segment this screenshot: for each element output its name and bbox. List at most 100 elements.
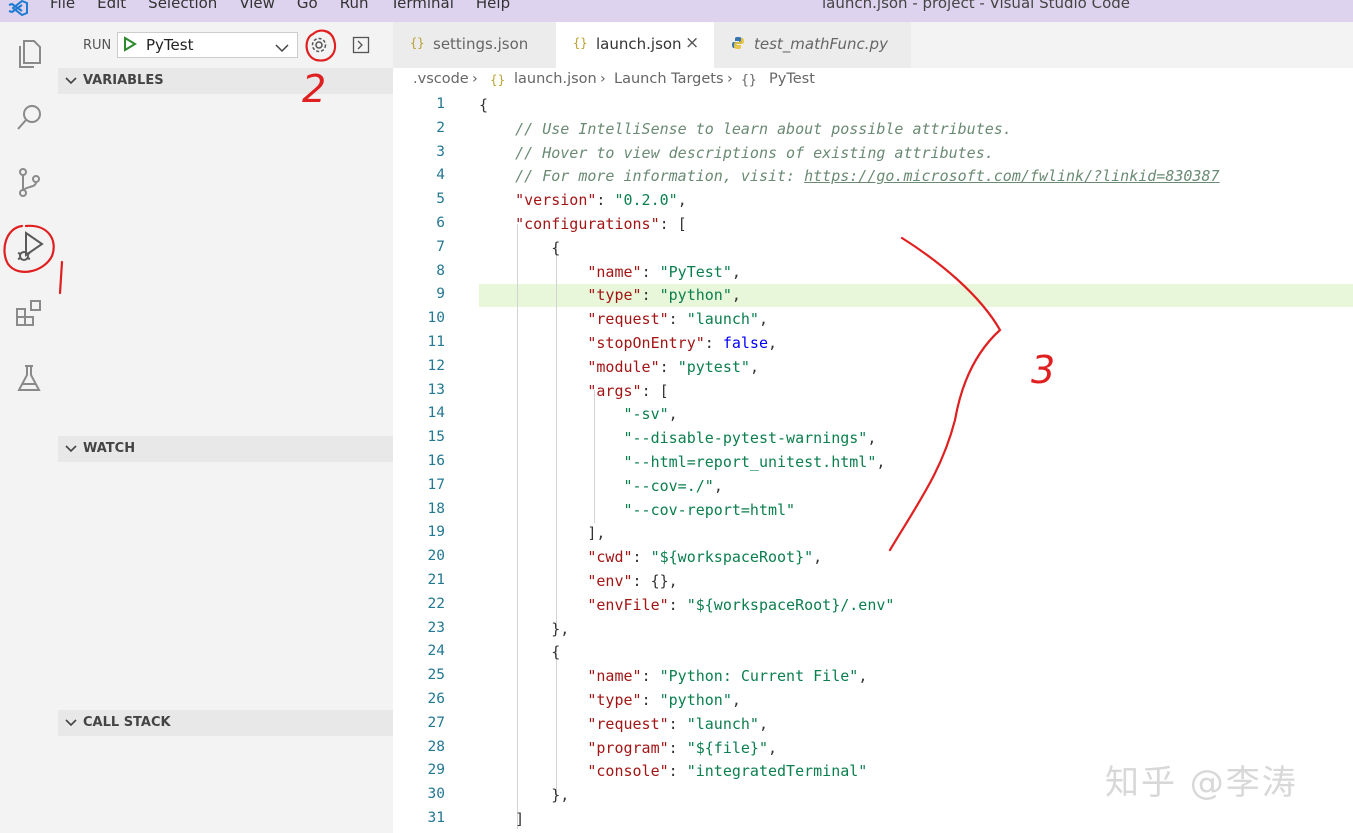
chevron-down-icon [65,75,77,90]
code-line: "cwd": "${workspaceRoot}", [587,548,823,567]
code-line: ], [479,524,606,543]
line-number: 23 [427,619,445,636]
line-number: 30 [427,786,445,803]
code-editor[interactable]: 1 2 3 4 5 6 7 8 9 10 11 12 13 14 15 16 17 18 19 20 21 22 23 24 2… [393,94,1353,833]
line-number: 5 [436,191,445,208]
chevron-down-icon [65,717,77,732]
breadcrumb-launch-targets[interactable]: Launch Targets [614,71,724,87]
chevron-down-icon [275,38,289,57]
menu-view[interactable]: View [239,0,275,16]
window-title: launch.json - project - Visual Studio Co… [822,0,1131,12]
section-watch-label: WATCH [83,441,136,456]
tab-settings-json[interactable]: {} settings.json [393,22,556,68]
code-line: "--html=report_unitest.html", [623,453,886,471]
watermark: 知乎 @李涛 [1105,763,1298,803]
code-line: "configurations": [ [515,215,687,233]
line-number: 12 [427,357,445,374]
tab-label: launch.json [596,35,682,53]
menu-file[interactable]: File [50,0,75,16]
open-launch-json-gear-button[interactable] [308,34,330,56]
breadcrumb-separator: › [600,71,606,87]
breadcrumb-separator: › [727,71,733,87]
code-line: "envFile": "${workspaceRoot}/.env" [587,595,895,614]
code-line: "request": "launch", [587,310,768,329]
code-line: "--disable-pytest-warnings", [623,429,877,448]
menu-run[interactable]: Run [340,0,369,16]
breadcrumb-pytest[interactable]: PyTest [769,71,815,87]
breadcrumb: .vscode › {} launch.json › Launch Target… [393,68,1353,94]
code-line: }, [479,619,570,638]
code-line: "request": "launch", [587,714,768,733]
line-number: 6 [436,215,445,231]
code-line: // Use IntelliSense to learn about possi… [479,119,1012,138]
line-number: 26 [427,691,445,707]
section-call-stack[interactable]: CALL STACK [58,710,393,736]
code-line: "name": "Python: Current File", [587,667,868,686]
code-line: ] [479,810,525,828]
close-icon[interactable]: × [685,33,699,53]
code-line: // Hover to view descriptions of existin… [479,143,994,162]
code-line: "console": "integratedTerminal" [587,762,868,781]
launch-config-select[interactable]: PyTest [117,32,298,58]
line-number: 14 [427,405,445,422]
menu-edit[interactable]: Edit [97,0,126,16]
menu-go[interactable]: Go [297,0,318,16]
line-number: 18 [427,500,445,517]
code-line: // For more information, visit: https://… [479,167,1220,186]
tab-label: test_mathFunc.py [754,35,888,53]
code-line: "type": "python", [587,286,741,305]
explorer-icon[interactable] [10,34,48,72]
line-number: 20 [427,548,445,565]
breadcrumb-vscode[interactable]: .vscode [413,71,469,87]
line-number: 24 [427,643,445,660]
line-number: 9 [436,286,445,303]
line-number: 15 [427,429,445,446]
code-line: { [479,643,561,662]
breadcrumb-launch-json[interactable]: launch.json [514,71,597,87]
line-number: 31 [427,810,445,826]
code-line: "-sv", [623,405,678,424]
search-icon[interactable] [10,98,48,136]
menu-help[interactable]: Help [476,0,510,16]
run-label: RUN [83,38,112,53]
section-watch[interactable]: WATCH [58,436,393,462]
line-number: 11 [427,334,445,350]
line-number: 3 [436,143,445,160]
code-line: "--cov-report=html" [623,500,796,519]
code-line: { [479,238,561,257]
line-number: 25 [427,667,445,684]
section-variables-label: VARIABLES [83,73,164,88]
line-number: 27 [427,714,445,731]
menu-bar: File Edit Selection View Go Run Terminal… [50,0,532,16]
menu-selection[interactable]: Selection [148,0,217,16]
chevron-down-icon [65,443,77,458]
line-number: 21 [427,572,445,588]
testing-icon[interactable] [10,359,48,397]
line-number: 29 [427,762,445,779]
section-call-stack-label: CALL STACK [83,715,171,730]
run-debug-icon[interactable] [10,227,48,265]
editor-tabs: {} settings.json {} launch.json × test_m… [393,22,1353,68]
section-variables[interactable]: VARIABLES [58,68,393,94]
source-control-icon[interactable] [10,163,48,201]
run-toolbar: RUN PyTest [58,22,393,68]
debug-console-button[interactable] [351,35,371,55]
line-number: 17 [427,476,445,493]
line-number: 2 [436,119,445,136]
code-line: "args": [ [587,381,669,400]
line-number: 10 [427,310,445,327]
code-line: "type": "python", [587,691,741,709]
tab-test-mathfunc-py[interactable]: test_mathFunc.py [714,22,911,68]
activity-bar [0,22,58,833]
tab-launch-json[interactable]: {} launch.json × [556,22,714,68]
vscode-logo-icon [8,0,30,18]
line-number: 19 [427,524,445,541]
line-number: 13 [427,381,445,398]
title-bar: File Edit Selection View Go Run Terminal… [0,0,1353,22]
extensions-icon[interactable] [10,294,48,332]
object-icon: {} [741,73,757,88]
json-icon: {} [410,36,425,50]
start-debugging-icon[interactable] [123,36,137,56]
line-number: 28 [427,738,445,755]
menu-terminal[interactable]: Terminal [391,0,454,16]
